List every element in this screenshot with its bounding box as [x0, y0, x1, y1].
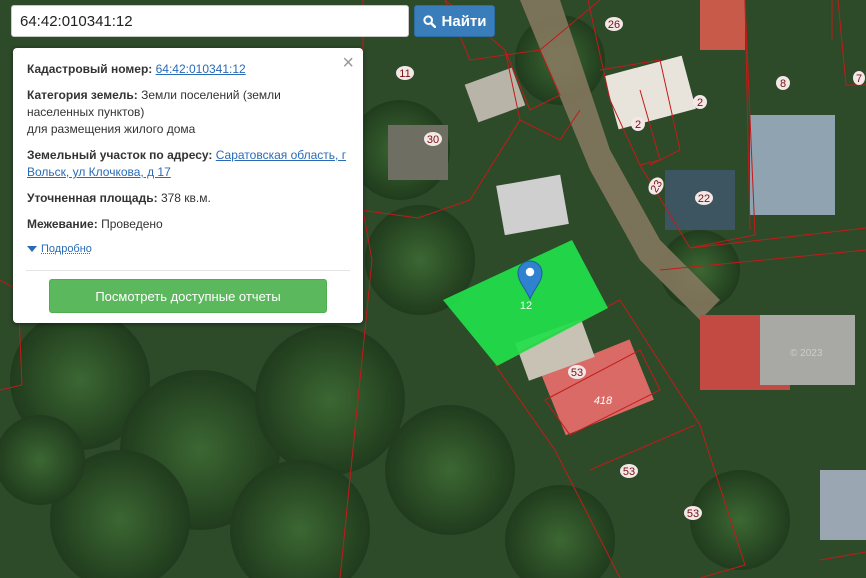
search-icon	[422, 14, 436, 28]
view-reports-button[interactable]: Посмотреть доступные отчеты	[49, 279, 327, 313]
cadastral-number-row: Кадастровый номер: 64:42:010341:12	[27, 61, 349, 78]
imagery-watermark: © 2023	[790, 348, 823, 359]
survey-value: Проведено	[101, 217, 163, 231]
area-row: Уточненная площадь: 378 кв.м.	[27, 190, 349, 207]
cadastral-number-label: Кадастровый номер:	[27, 62, 153, 76]
parcel-label: 53	[687, 508, 699, 520]
building-area-label: 418	[594, 395, 613, 407]
land-category-value-cont: населенных пунктов)	[27, 105, 145, 119]
area-label: Уточненная площадь:	[27, 191, 158, 205]
parcel-label: 2	[697, 97, 703, 109]
address-row: Земельный участок по адресу: Саратовская…	[27, 147, 349, 181]
address-link[interactable]: Саратовская область, г	[216, 148, 346, 162]
land-category-value: Земли поселений (земли	[141, 88, 281, 102]
search-input[interactable]	[11, 5, 409, 37]
land-category-row: Категория земель: Земли поселений (земли…	[27, 87, 349, 138]
parcel-label: 53	[571, 367, 583, 379]
parcel-label: 53	[623, 466, 635, 478]
search-button-label: Найти	[441, 12, 487, 30]
search-button[interactable]: Найти	[414, 5, 495, 37]
parcel-info-panel: × Кадастровый номер: 64:42:010341:12 Кат…	[13, 48, 363, 323]
details-link[interactable]: Подробно	[41, 241, 92, 258]
land-category-label: Категория земель:	[27, 88, 138, 102]
area-value: 378 кв.м.	[160, 191, 211, 205]
close-icon[interactable]: ×	[342, 52, 354, 74]
address-label: Земельный участок по адресу:	[27, 148, 213, 162]
parcel-label: 22	[698, 193, 710, 205]
parcel-label: 26	[608, 19, 620, 31]
parcel-label: 30	[427, 134, 439, 146]
caret-down-icon	[27, 246, 37, 252]
cadastral-number-link[interactable]: 64:42:010341:12	[156, 62, 246, 76]
parcel-label: 11	[399, 68, 410, 80]
selected-parcel-label: 12	[520, 300, 532, 312]
divider	[26, 270, 350, 271]
parcel-label: 2	[635, 119, 641, 131]
parcel-label: 8	[780, 78, 786, 90]
details-toggle[interactable]: Подробно	[27, 241, 349, 258]
survey-label: Межевание:	[27, 217, 98, 231]
survey-row: Межевание: Проведено	[27, 216, 349, 233]
address-link-cont[interactable]: Вольск, ул Клочкова, д 17	[27, 165, 171, 179]
land-use-value: для размещения жилого дома	[27, 122, 196, 136]
parcel-label: 7	[856, 73, 862, 85]
